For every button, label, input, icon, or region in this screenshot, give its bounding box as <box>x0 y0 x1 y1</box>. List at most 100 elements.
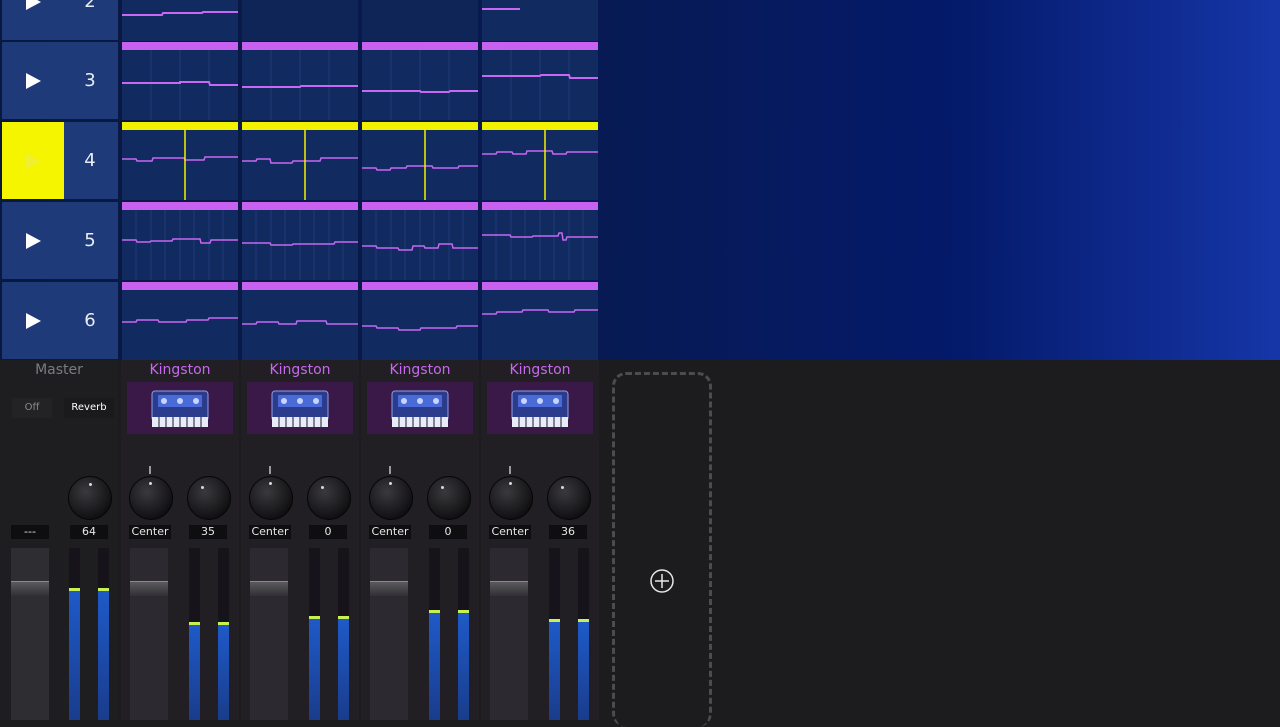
play-icon <box>26 0 41 10</box>
instrument-thumbnail[interactable] <box>367 382 473 434</box>
clip[interactable] <box>122 0 238 41</box>
clip[interactable] <box>242 42 358 120</box>
play-icon <box>26 153 41 169</box>
level-meter-left <box>189 548 200 720</box>
level-meter-left <box>69 548 80 720</box>
pan-knob[interactable] <box>489 476 533 520</box>
instrument-name: Kingston <box>389 362 451 378</box>
meter-peak <box>429 610 440 613</box>
clip-header <box>482 122 598 130</box>
master-label: Master <box>35 362 83 378</box>
clip[interactable] <box>362 122 478 200</box>
pan-center-tick <box>269 466 271 474</box>
pan-center-tick <box>149 466 151 474</box>
scene-row-4: 4 <box>0 121 600 200</box>
synth-icon <box>391 390 449 427</box>
pan-knob[interactable] <box>369 476 413 520</box>
scene-number: 3 <box>84 70 96 91</box>
scene-launch-button[interactable]: 5 <box>2 202 118 279</box>
clip[interactable] <box>482 0 598 41</box>
instrument-thumbnail[interactable] <box>247 382 353 434</box>
fader-handle[interactable] <box>250 581 288 596</box>
send-knob[interactable] <box>547 476 591 520</box>
scene-launch-button[interactable]: 2 <box>2 0 118 40</box>
send-knob[interactable] <box>427 476 471 520</box>
fader-handle[interactable] <box>11 581 49 596</box>
plus-circle-icon[interactable] <box>649 568 675 594</box>
clip[interactable] <box>362 282 478 360</box>
clip[interactable] <box>242 122 358 200</box>
meter-fill <box>549 622 560 720</box>
send-knob[interactable] <box>187 476 231 520</box>
meter-fill <box>309 619 320 720</box>
session-view: 2 3 4 5 6 <box>0 0 1280 360</box>
clip-header <box>122 202 238 210</box>
off-button[interactable]: Off <box>12 398 52 418</box>
clip[interactable] <box>122 42 238 120</box>
clip[interactable] <box>362 0 478 41</box>
clip-header <box>482 202 598 210</box>
meter-fill <box>429 613 440 720</box>
fader-handle[interactable] <box>130 581 168 596</box>
reverb-button[interactable]: Reverb <box>64 398 114 418</box>
clip-header <box>242 202 358 210</box>
pan-center-tick <box>389 466 391 474</box>
clip[interactable] <box>242 282 358 360</box>
instrument-name: Kingston <box>509 362 571 378</box>
mixer: Master Off Reverb --- 64 Kingston Center 3… <box>0 360 1280 727</box>
add-track-slot[interactable] <box>612 372 712 727</box>
volume-fader[interactable] <box>130 548 168 720</box>
clip[interactable] <box>122 122 238 200</box>
clip[interactable] <box>362 42 478 120</box>
level-meter-left <box>429 548 440 720</box>
clip[interactable] <box>122 282 238 360</box>
scene-launch-button[interactable]: 6 <box>2 282 118 359</box>
clip[interactable] <box>242 0 358 41</box>
pan-value: Center <box>489 525 531 539</box>
volume-fader[interactable] <box>370 548 408 720</box>
meter-peak <box>69 588 80 591</box>
send-knob[interactable] <box>307 476 351 520</box>
level-meter-right <box>338 548 349 720</box>
scene-row-5: 5 <box>0 201 600 280</box>
pan-knob[interactable] <box>249 476 293 520</box>
pan-value: Center <box>369 525 411 539</box>
clip-header <box>362 202 478 210</box>
clip[interactable] <box>482 202 598 280</box>
scene-launch-button[interactable]: 4 <box>2 122 118 199</box>
meter-peak <box>458 610 469 613</box>
play-icon <box>26 313 41 329</box>
send-value: 35 <box>189 525 227 539</box>
clip-header <box>362 122 478 130</box>
clip-header <box>242 122 358 130</box>
clip[interactable] <box>482 282 598 360</box>
fader-handle[interactable] <box>370 581 408 596</box>
clip-header <box>242 282 358 290</box>
channel-strip: Kingston Center 36 <box>481 360 599 720</box>
volume-fader[interactable] <box>11 548 49 720</box>
clip[interactable] <box>122 202 238 280</box>
instrument-thumbnail[interactable] <box>487 382 593 434</box>
pan-knob[interactable] <box>129 476 173 520</box>
send-knob[interactable] <box>68 476 112 520</box>
scene-row-2: 2 <box>0 0 600 41</box>
instrument-thumbnail[interactable] <box>127 382 233 434</box>
send-value: 36 <box>549 525 587 539</box>
send-value: 0 <box>429 525 467 539</box>
meter-fill <box>98 591 109 720</box>
clip[interactable] <box>242 202 358 280</box>
channel-strip: Kingston Center 0 <box>241 360 359 720</box>
fader-handle[interactable] <box>490 581 528 596</box>
synth-icon <box>151 390 209 427</box>
level-meter-right <box>218 548 229 720</box>
volume-fader[interactable] <box>250 548 288 720</box>
scene-number: 2 <box>84 0 96 12</box>
volume-fader[interactable] <box>490 548 528 720</box>
clip[interactable] <box>482 42 598 120</box>
scene-row-3: 3 <box>0 41 600 120</box>
clip[interactable] <box>482 122 598 200</box>
scene-row-6: 6 <box>0 281 600 360</box>
scene-number: 6 <box>84 310 96 331</box>
clip[interactable] <box>362 202 478 280</box>
scene-launch-button[interactable]: 3 <box>2 42 118 119</box>
